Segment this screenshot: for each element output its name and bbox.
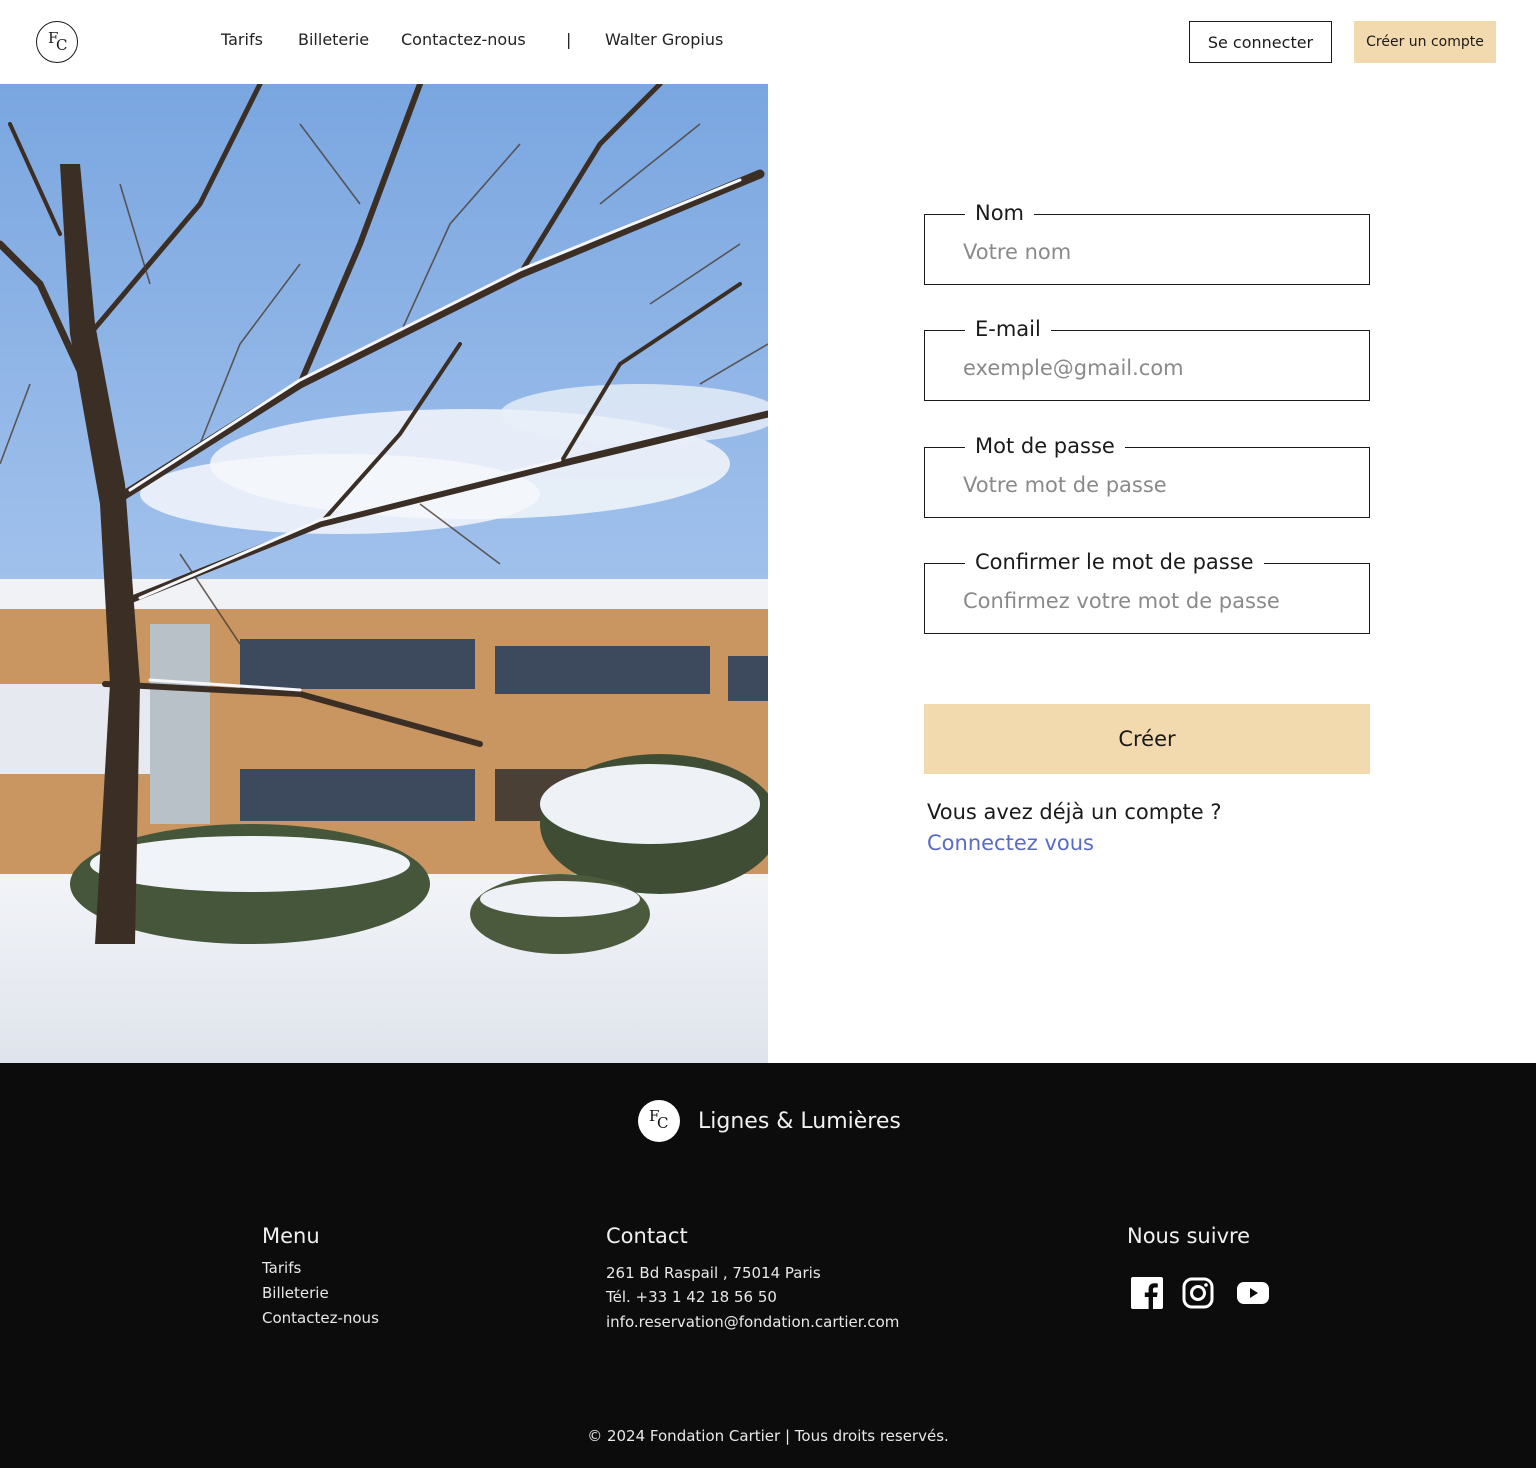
- youtube-icon[interactable]: [1236, 1276, 1270, 1310]
- name-field: Nom: [924, 198, 1370, 285]
- already-account-text: Vous avez déjà un compte ?: [927, 800, 1222, 824]
- confirm-password-field: Confirmer le mot de passe: [924, 547, 1370, 634]
- create-account-button[interactable]: Créer: [924, 704, 1370, 774]
- footer-logo-letter-c: C: [657, 1114, 669, 1132]
- footer-address: 261 Bd Raspail , 75014 Paris: [606, 1264, 821, 1282]
- site-header: F C Tarifs Billeterie Contactez-nous | W…: [0, 0, 1536, 84]
- nav-contact[interactable]: Contactez-nous: [401, 30, 526, 54]
- email-input[interactable]: [925, 331, 1369, 400]
- footer-logo: F C: [638, 1100, 680, 1142]
- logo-letter-c: C: [56, 36, 68, 54]
- facebook-icon[interactable]: [1130, 1276, 1164, 1310]
- email-field: E-mail: [924, 314, 1370, 401]
- footer-follow-heading: Nous suivre: [1127, 1224, 1251, 1248]
- footer-link-billeterie[interactable]: Billeterie: [262, 1284, 329, 1302]
- footer-brand: Lignes & Lumières: [698, 1109, 901, 1134]
- nav-tarifs[interactable]: Tarifs: [221, 30, 263, 54]
- password-input[interactable]: [925, 448, 1369, 517]
- footer-menu-heading: Menu: [262, 1224, 320, 1248]
- logo[interactable]: F C: [36, 21, 78, 63]
- confirm-password-input[interactable]: [925, 564, 1369, 633]
- nav-billeterie[interactable]: Billeterie: [298, 30, 369, 54]
- nav-separator: |: [566, 30, 572, 49]
- hero-image: [0, 84, 768, 1063]
- login-link[interactable]: Connectez vous: [927, 831, 1094, 855]
- footer-phone: Tél. +33 1 42 18 56 50: [606, 1288, 777, 1306]
- footer-email-link[interactable]: info.reservation@fondation.cartier.com: [606, 1313, 899, 1331]
- footer-link-contact[interactable]: Contactez-nous: [262, 1309, 379, 1327]
- instagram-icon[interactable]: [1181, 1276, 1215, 1310]
- footer-contact-heading: Contact: [606, 1224, 688, 1248]
- nav-artist[interactable]: Walter Gropius: [605, 30, 723, 54]
- copyright-text: © 2024 Fondation Cartier | Tous droits r…: [587, 1427, 949, 1445]
- password-field: Mot de passe: [924, 431, 1370, 518]
- name-input[interactable]: [925, 215, 1369, 284]
- login-button[interactable]: Se connecter: [1189, 21, 1332, 63]
- footer-link-tarifs[interactable]: Tarifs: [262, 1259, 301, 1277]
- site-footer: F C Lignes & Lumières Menu Tarifs Billet…: [0, 1063, 1536, 1468]
- signup-button[interactable]: Créer un compte: [1354, 21, 1496, 63]
